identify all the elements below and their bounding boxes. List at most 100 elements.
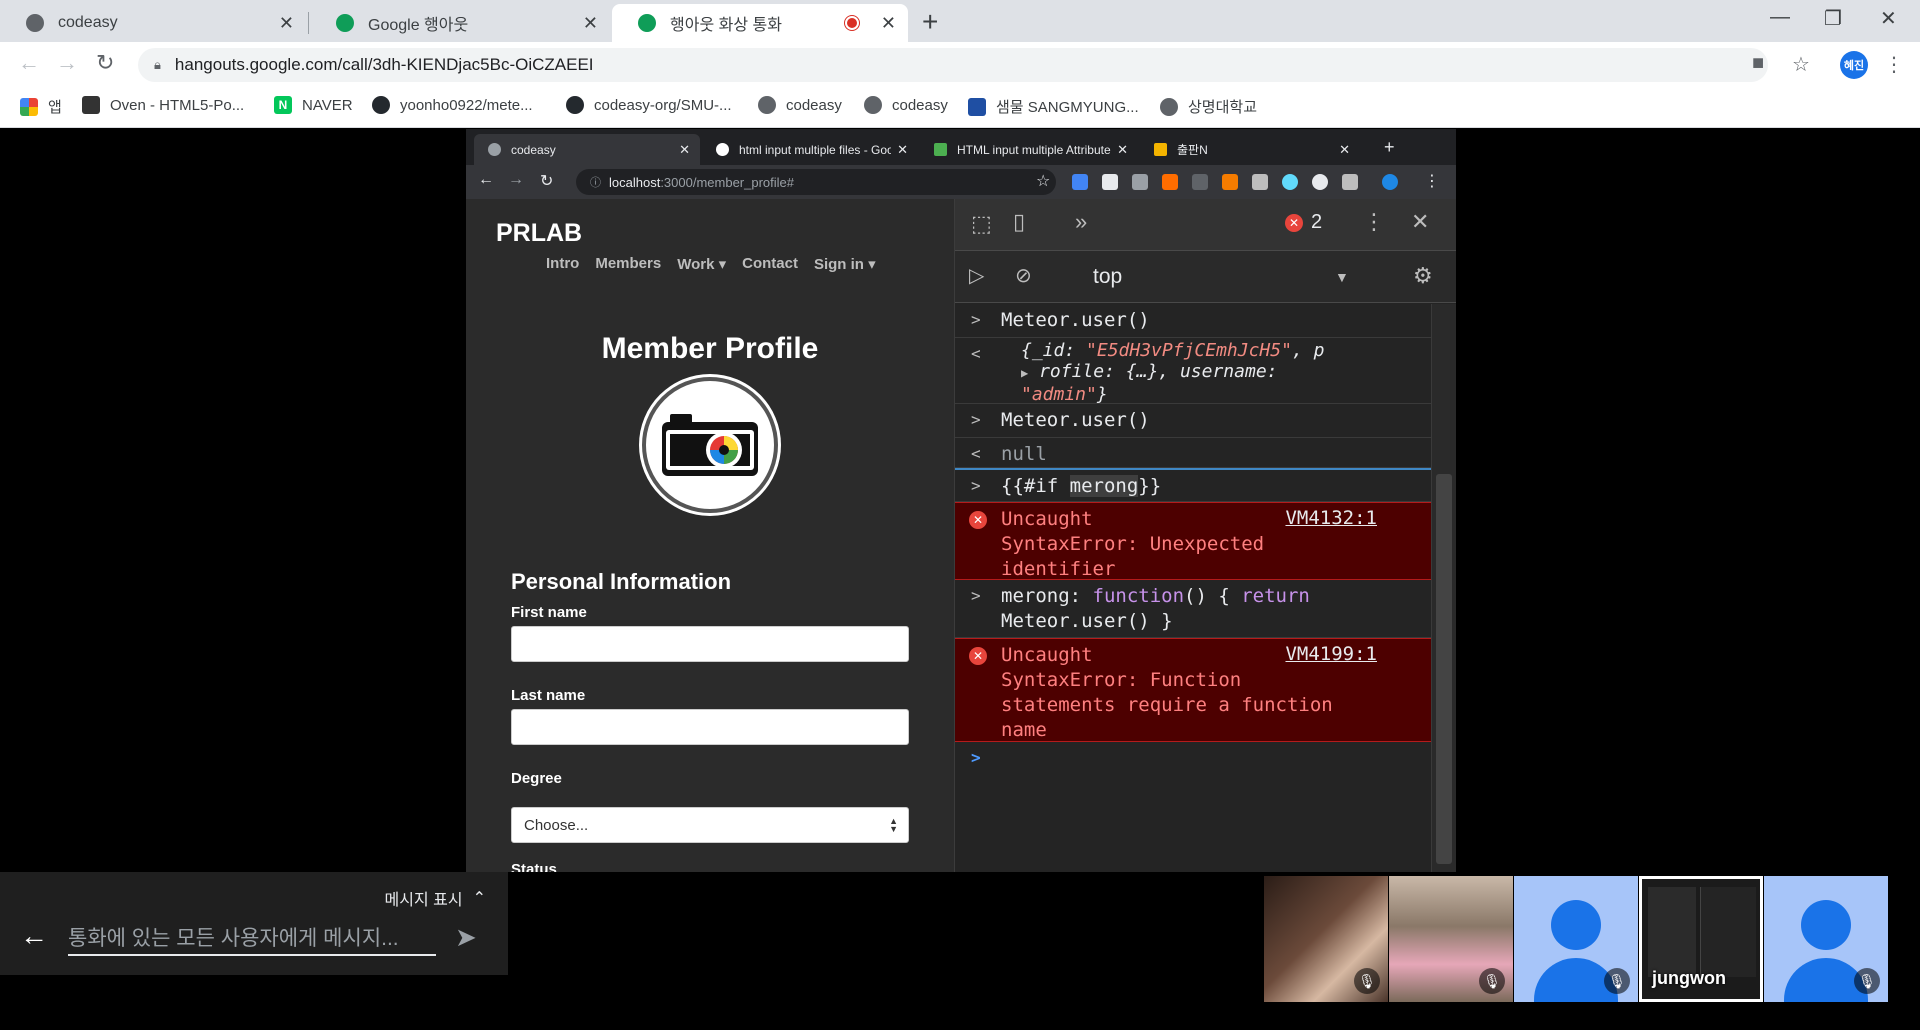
new-tab-button[interactable]: +	[1384, 137, 1395, 158]
error-source-link[interactable]: VM4199:1	[1285, 643, 1377, 665]
close-icon[interactable]: ✕	[583, 13, 598, 34]
bookmark-star-icon[interactable]: ☆	[1036, 171, 1050, 191]
bookmark-github-codeasy[interactable]: codeasy-org/SMU-...	[566, 96, 732, 114]
console-input-row[interactable]: > Meteor.user()	[955, 404, 1431, 438]
gear-icon[interactable]: ⚙	[1413, 263, 1433, 289]
more-panels-icon[interactable]: »	[1075, 209, 1087, 235]
console-error-row[interactable]: ✕ Uncaught SyntaxError: Unexpected ident…	[955, 502, 1431, 580]
close-icon[interactable]: ✕	[897, 142, 908, 158]
site-brand[interactable]: PRLAB	[496, 219, 582, 248]
browser-tab-hangouts-video-call[interactable]: 행아웃 화상 통화 ✕	[612, 4, 908, 42]
nav-work[interactable]: Work ▾	[677, 255, 726, 273]
participant-video-1[interactable]: 🎙︎	[1264, 876, 1388, 1002]
inner-tab-html-attribute[interactable]: HTML input multiple Attribute ✕	[920, 134, 1138, 165]
nav-members[interactable]: Members	[595, 255, 661, 273]
browser-tab-codeasy[interactable]: codeasy ✕	[0, 4, 306, 42]
degree-select[interactable]: Choose... ▲ ▼	[511, 807, 909, 843]
close-icon[interactable]: ✕	[679, 142, 690, 158]
bookmark-star-icon[interactable]: ☆	[1792, 52, 1810, 77]
extension-icon[interactable]	[1382, 174, 1398, 190]
book-icon	[1154, 143, 1167, 156]
window-close-icon[interactable]: ✕	[1880, 6, 1897, 31]
metamask-icon[interactable]	[1222, 174, 1238, 190]
inspect-element-icon[interactable]: ⬚	[971, 211, 992, 237]
expand-triangle-icon[interactable]: ▶	[1021, 366, 1028, 380]
console-prompt[interactable]: >	[955, 742, 1431, 782]
inner-tab-publish[interactable]: 출판N ✕	[1140, 134, 1360, 165]
console-input-row[interactable]: > merong: function() { return Meteor.use…	[955, 580, 1431, 638]
oven-icon	[82, 96, 100, 114]
extension-icon[interactable]	[1342, 174, 1358, 190]
console-input-row[interactable]: > Meteor.user()	[955, 304, 1431, 338]
browser-tab-google-hangouts[interactable]: Google 행아웃 ✕	[310, 4, 610, 42]
forward-arrow-icon[interactable]: →	[56, 50, 78, 76]
forward-arrow-icon[interactable]: →	[508, 171, 524, 189]
console-input-row[interactable]: > {{#if merong}}	[955, 468, 1431, 502]
reload-icon[interactable]: ↻	[96, 50, 114, 76]
nav-contact[interactable]: Contact	[742, 255, 798, 273]
minimize-icon[interactable]: —	[1770, 6, 1790, 29]
inner-address-bar[interactable]: ⓘ localhost:3000/member_profile#	[576, 169, 1056, 195]
maximize-icon[interactable]: ❐	[1824, 6, 1842, 31]
back-arrow-icon[interactable]: ←	[18, 50, 40, 76]
inner-tab-google-search[interactable]: html input multiple files - Googl ✕	[702, 134, 918, 165]
participant-video-2[interactable]: 🎙︎	[1389, 876, 1513, 1002]
bookmark-codeasy-2[interactable]: codeasy	[864, 96, 948, 114]
error-count-badge[interactable]: ✕ 2	[1285, 211, 1322, 234]
console-result-row[interactable]: < null	[955, 438, 1431, 468]
back-arrow-icon[interactable]: ←	[20, 920, 48, 952]
menu-kebab-icon[interactable]: ⋮	[1363, 209, 1385, 235]
error-source-link[interactable]: VM4132:1	[1285, 507, 1377, 529]
extension-icon[interactable]	[1102, 174, 1118, 190]
status-label: Status	[511, 861, 557, 872]
console-error-row[interactable]: ✕ Uncaught SyntaxError: Function stateme…	[955, 638, 1431, 742]
profile-avatar[interactable]: 혜진	[1840, 51, 1868, 79]
bookmark-apps[interactable]: 앱	[20, 96, 62, 117]
menu-kebab-icon[interactable]: ⋮	[1884, 52, 1904, 77]
bookmark-smu-univ[interactable]: 상명대학교	[1160, 96, 1257, 117]
bookmark-naver[interactable]: N NAVER	[274, 96, 353, 114]
participant-avatar-2[interactable]: 🎙︎	[1764, 876, 1888, 1002]
close-icon[interactable]: ✕	[1117, 142, 1128, 158]
device-toolbar-icon[interactable]: ▯	[1013, 209, 1025, 235]
camera-extension-icon[interactable]	[1132, 174, 1148, 190]
scrollbar-thumb[interactable]	[1436, 474, 1452, 864]
message-input[interactable]: 통화에 있는 모든 사용자에게 메시지...	[68, 922, 436, 956]
inner-tab-codeasy[interactable]: codeasy ✕	[474, 134, 700, 165]
close-icon[interactable]: ✕	[1339, 142, 1350, 158]
extension-icon[interactable]	[1312, 174, 1328, 190]
send-icon[interactable]: ➤	[455, 922, 477, 953]
console-scrollbar[interactable]	[1431, 304, 1456, 872]
profile-avatar[interactable]	[642, 377, 778, 513]
context-selector[interactable]: top	[1093, 265, 1122, 289]
extension-icon[interactable]	[1192, 174, 1208, 190]
close-devtools-icon[interactable]: ✕	[1411, 209, 1429, 235]
participant-screen-jungwon[interactable]: jungwon	[1639, 876, 1763, 1002]
chevron-down-icon[interactable]: ▼	[1335, 269, 1349, 285]
console-result-row[interactable]: < {_id: "E5dH3vPfjCEmhJcH5", p ▶ rofile: …	[955, 338, 1431, 405]
sidebar-toggle-icon[interactable]: ▷	[969, 263, 984, 288]
close-icon[interactable]: ✕	[279, 13, 294, 34]
camera-icon[interactable]: ■	[1752, 52, 1764, 75]
new-tab-button[interactable]: +	[922, 6, 938, 38]
participant-avatar-1[interactable]: 🎙︎	[1514, 876, 1638, 1002]
last-name-input[interactable]	[511, 709, 909, 745]
extension-icon[interactable]	[1252, 174, 1268, 190]
reload-icon[interactable]: ↻	[540, 171, 553, 191]
extension-icon[interactable]	[1162, 174, 1178, 190]
bookmark-codeasy-1[interactable]: codeasy	[758, 96, 842, 114]
clear-console-icon[interactable]: ⊘	[1015, 263, 1032, 288]
close-icon[interactable]: ✕	[881, 13, 896, 34]
react-devtools-icon[interactable]	[1282, 174, 1298, 190]
bookmark-sangmyung[interactable]: 샘물 SANGMYUNG...	[968, 96, 1139, 117]
address-bar[interactable]: 🔒︎ hangouts.google.com/call/3dh-KIENDjac…	[138, 48, 1768, 82]
first-name-input[interactable]	[511, 626, 909, 662]
menu-kebab-icon[interactable]: ⋮	[1424, 171, 1440, 191]
nav-sign-in[interactable]: Sign in ▾	[814, 255, 876, 273]
nav-intro[interactable]: Intro	[546, 255, 579, 273]
bookmark-github-meteor[interactable]: yoonho0922/mete...	[372, 96, 533, 114]
show-messages-toggle[interactable]: 메시지 표시 ⌃	[385, 886, 486, 910]
bookmark-oven[interactable]: Oven - HTML5-Po...	[82, 96, 244, 114]
extension-icon[interactable]	[1072, 174, 1088, 190]
back-arrow-icon[interactable]: ←	[478, 171, 494, 189]
